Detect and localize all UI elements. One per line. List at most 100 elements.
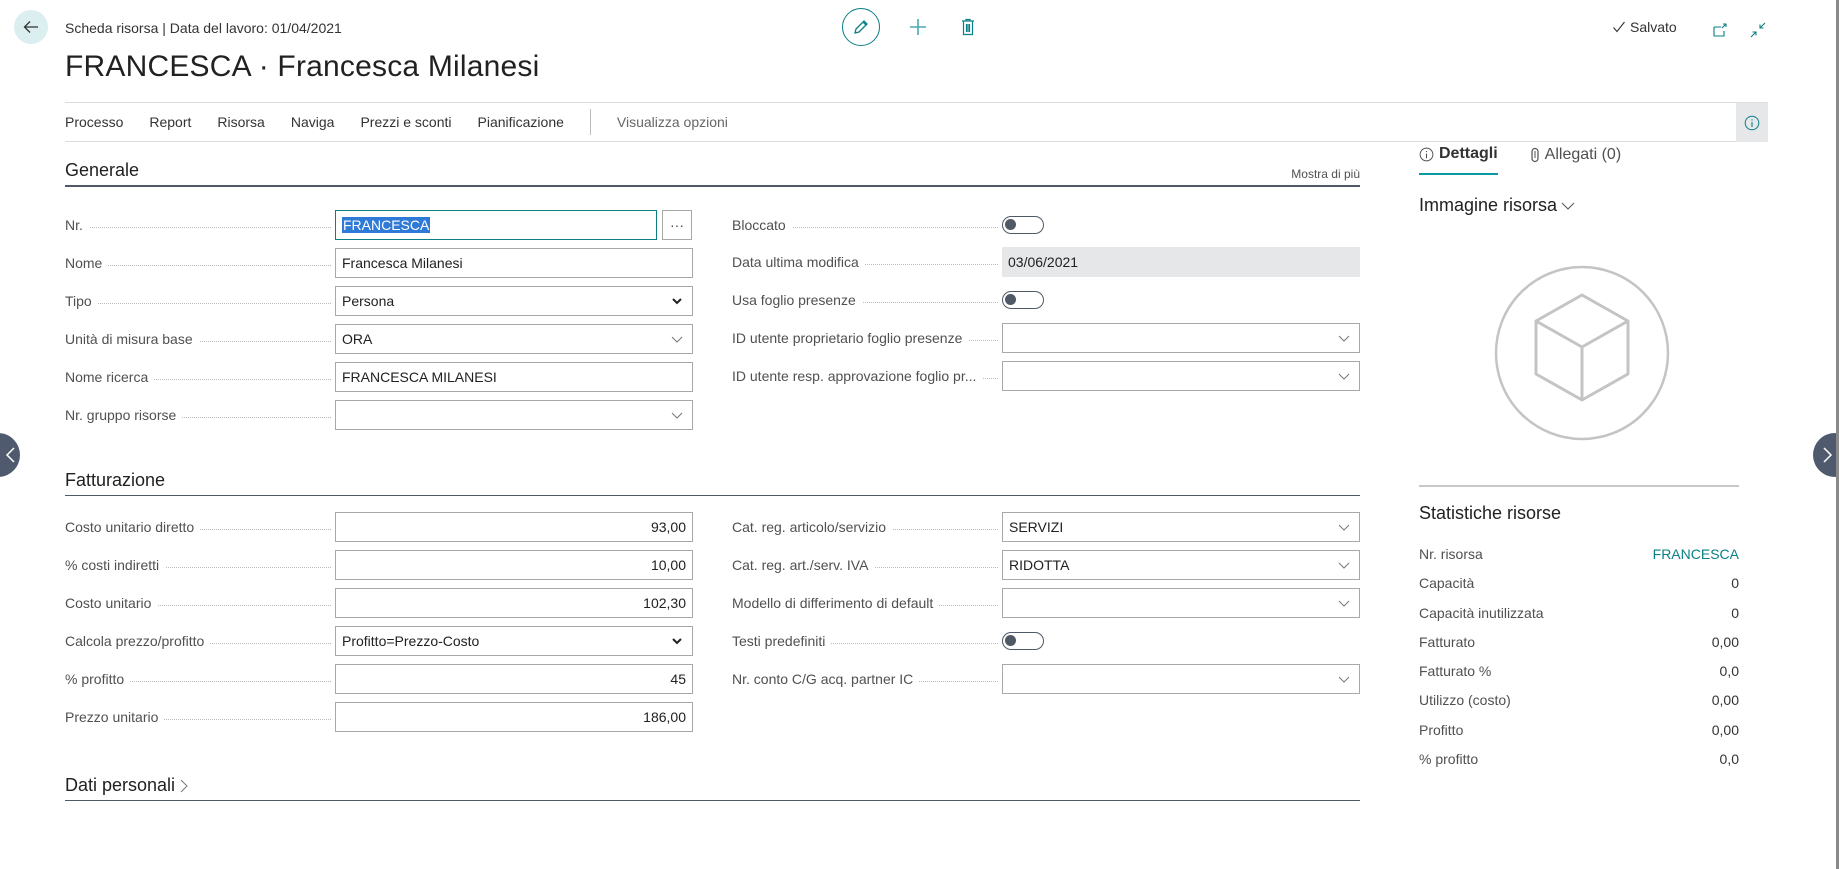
section-title-dati-personali: Dati personali bbox=[65, 775, 176, 795]
action-bar: Processo Report Risorsa Naviga Prezzi e … bbox=[65, 102, 1768, 142]
field-nr: Nr. FRANCESCA ··· bbox=[65, 210, 692, 240]
costo-unitario-input[interactable]: 102,30 bbox=[335, 588, 693, 618]
section-title-generale: Generale bbox=[65, 160, 140, 180]
factbox-toggle-button[interactable] bbox=[1736, 103, 1768, 142]
nr-value: FRANCESCA bbox=[342, 217, 431, 233]
tab-allegati-label: Allegati (0) bbox=[1544, 146, 1622, 163]
collapse-button[interactable] bbox=[1746, 18, 1770, 42]
delete-button[interactable] bbox=[956, 15, 980, 39]
stat-value: 0,0 bbox=[1719, 751, 1739, 768]
nome-input[interactable]: Francesca Milanesi bbox=[335, 248, 693, 278]
section-generale: Generale Mostra di più Nr. FRANCESCA ···… bbox=[65, 160, 1360, 430]
stat-value: 0 bbox=[1731, 575, 1739, 592]
id-utente-proprietario-lookup[interactable] bbox=[1002, 323, 1360, 353]
trash-icon bbox=[962, 18, 974, 36]
prezzo-unitario-input[interactable]: 186,00 bbox=[335, 702, 693, 732]
nr-input[interactable]: FRANCESCA bbox=[335, 210, 657, 240]
back-button[interactable] bbox=[14, 10, 48, 44]
chevron-down-icon bbox=[1561, 202, 1575, 210]
previous-record-button[interactable] bbox=[0, 433, 20, 477]
ellipsis-icon: ··· bbox=[670, 217, 684, 233]
field-costi-indiretti: % costi indiretti 10,00 bbox=[65, 550, 693, 580]
field-costo-unitario-diretto: Costo unitario diretto 93,00 bbox=[65, 512, 693, 542]
arrow-left-icon bbox=[23, 21, 38, 33]
cat-reg-iva-lookup[interactable]: RIDOTTA bbox=[1002, 550, 1360, 580]
calcola-prezzo-profitto-value: Profitto=Prezzo-Costo bbox=[342, 633, 480, 649]
action-bar-divider bbox=[589, 109, 591, 135]
stat-row: Capacità inutilizzata 0 bbox=[1419, 605, 1739, 634]
info-icon bbox=[1419, 147, 1434, 161]
field-data-ultima-modifica: Data ultima modifica 03/06/2021 bbox=[732, 247, 1360, 277]
tab-allegati[interactable]: Allegati (0) bbox=[1530, 145, 1621, 175]
stat-label: Capacità inutilizzata bbox=[1419, 604, 1544, 621]
nr-conto-cg-partner-ic-lookup[interactable] bbox=[1002, 664, 1360, 694]
nr-gruppo-risorse-lookup[interactable] bbox=[335, 400, 693, 430]
unita-misura-base-lookup[interactable]: ORA bbox=[335, 324, 693, 354]
field-label: ID utente resp. approvazione foglio pr..… bbox=[732, 368, 983, 384]
open-new-window-button[interactable] bbox=[1708, 18, 1732, 42]
modello-differimento-lookup[interactable] bbox=[1002, 588, 1360, 618]
pencil-icon bbox=[854, 20, 868, 34]
edit-button[interactable] bbox=[842, 8, 880, 46]
record-actions bbox=[842, 8, 980, 46]
stat-label: Fatturato bbox=[1419, 633, 1476, 650]
stat-nr-risorsa-link[interactable]: FRANCESCA bbox=[1653, 546, 1739, 575]
menu-prezzi-e-sconti[interactable]: Prezzi e sconti bbox=[360, 114, 451, 130]
field-label: Cat. reg. art./serv. IVA bbox=[732, 557, 875, 573]
chevron-right-icon bbox=[1823, 447, 1833, 463]
menu-pianificazione[interactable]: Pianificazione bbox=[478, 114, 564, 130]
nr-assist-button[interactable]: ··· bbox=[662, 210, 692, 240]
show-more-link[interactable]: Mostra di più bbox=[1291, 167, 1360, 181]
chevron-down-icon bbox=[1338, 600, 1350, 607]
calcola-prezzo-profitto-select[interactable]: Profitto=Prezzo-Costo bbox=[335, 626, 693, 656]
nome-ricerca-input[interactable]: FRANCESCA MILANESI bbox=[335, 362, 693, 392]
field-calcola-prezzo-profitto: Calcola prezzo/profitto Profitto=Prezzo-… bbox=[65, 626, 693, 656]
bloccato-toggle[interactable] bbox=[1002, 216, 1044, 234]
resource-image-placeholder-icon bbox=[1494, 265, 1670, 441]
chevron-down-icon bbox=[1338, 524, 1350, 531]
save-status: Salvato bbox=[1612, 19, 1677, 35]
chevron-down-icon bbox=[1338, 562, 1350, 569]
field-usa-foglio-presenze: Usa foglio presenze bbox=[732, 285, 1044, 315]
tab-dettagli[interactable]: Dettagli bbox=[1419, 145, 1498, 175]
field-label: Nome bbox=[65, 255, 109, 271]
field-label: Data ultima modifica bbox=[732, 254, 865, 270]
tipo-select[interactable]: Persona bbox=[335, 286, 693, 316]
cat-reg-articolo-lookup[interactable]: SERVIZI bbox=[1002, 512, 1360, 542]
view-options-button[interactable]: Visualizza opzioni bbox=[617, 114, 728, 130]
field-tipo: Tipo Persona bbox=[65, 286, 693, 316]
menu-naviga[interactable]: Naviga bbox=[291, 114, 335, 130]
stat-row: Nr. risorsa FRANCESCA bbox=[1419, 546, 1739, 575]
field-prezzo-unitario: Prezzo unitario 186,00 bbox=[65, 702, 693, 732]
field-id-utente-proprietario: ID utente proprietario foglio presenze bbox=[732, 323, 1360, 353]
field-label: % costi indiretti bbox=[65, 557, 166, 573]
menu-risorsa[interactable]: Risorsa bbox=[217, 114, 264, 130]
stat-row: Fatturato 0,00 bbox=[1419, 634, 1739, 663]
field-label: % profitto bbox=[65, 671, 131, 687]
usa-foglio-presenze-toggle[interactable] bbox=[1002, 291, 1044, 309]
cat-reg-iva-value: RIDOTTA bbox=[1009, 557, 1070, 573]
id-utente-resp-approvazione-lookup[interactable] bbox=[1002, 361, 1360, 391]
menu-report[interactable]: Report bbox=[149, 114, 191, 130]
costo-unitario-diretto-input[interactable]: 93,00 bbox=[335, 512, 693, 542]
stat-value: 0,00 bbox=[1711, 633, 1739, 650]
stat-row: % profitto 0,0 bbox=[1419, 751, 1739, 780]
stat-label: Nr. risorsa bbox=[1419, 546, 1483, 562]
costi-indiretti-input[interactable]: 10,00 bbox=[335, 550, 693, 580]
menu-processo[interactable]: Processo bbox=[65, 114, 123, 130]
chevron-down-icon bbox=[672, 638, 682, 645]
testi-predefiniti-toggle[interactable] bbox=[1002, 632, 1044, 650]
resource-image-header[interactable]: Immagine risorsa bbox=[1419, 195, 1739, 216]
profitto-percent-input[interactable]: 45 bbox=[335, 664, 693, 694]
chevron-down-icon bbox=[1338, 676, 1350, 683]
field-label: Unità di misura base bbox=[65, 331, 199, 347]
plus-icon bbox=[910, 19, 926, 35]
section-dati-personali[interactable]: Dati personali bbox=[65, 775, 1360, 801]
field-label: Nr. conto C/G acq. partner IC bbox=[732, 671, 920, 687]
stat-label: % profitto bbox=[1419, 751, 1479, 768]
section-title-fatturazione: Fatturazione bbox=[65, 470, 166, 490]
stat-row: Profitto 0,00 bbox=[1419, 722, 1739, 751]
save-status-text: Salvato bbox=[1630, 19, 1677, 35]
stat-row: Utilizzo (costo) 0,00 bbox=[1419, 692, 1739, 721]
new-button[interactable] bbox=[906, 15, 930, 39]
